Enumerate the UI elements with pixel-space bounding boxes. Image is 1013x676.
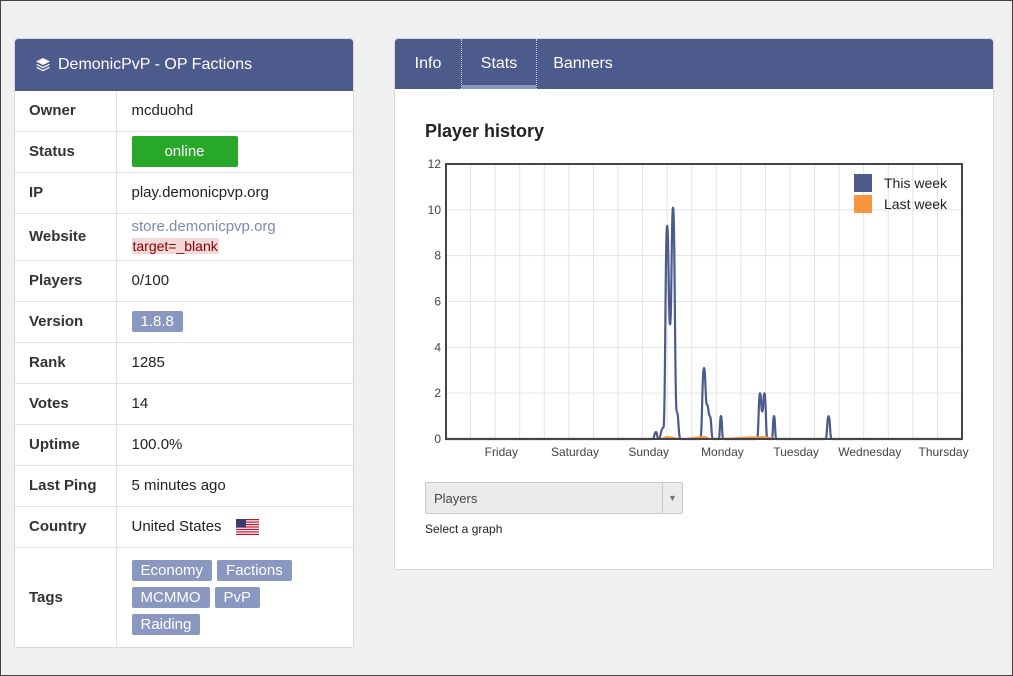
owner-value: mcduohd: [131, 102, 194, 120]
country-label: Country: [15, 505, 117, 547]
uptime-value: 100.0%: [116, 423, 353, 465]
players-label: Players: [15, 259, 117, 301]
tab-bar: Info Stats Banners: [395, 39, 993, 89]
graph-select-value: Players: [434, 490, 478, 506]
x-tick-label: Monday: [701, 445, 744, 459]
x-tick-label: Saturday: [551, 445, 599, 459]
country-value: United States: [131, 517, 222, 535]
players-value: 0/100: [116, 259, 353, 301]
status-row: Status online: [15, 130, 353, 172]
ip-row: IP play.demonicpvp.org: [15, 171, 353, 213]
website-link[interactable]: store.demonicpvp.org: [132, 218, 354, 235]
legend-label: This week: [884, 175, 948, 191]
version-badge: 1.8.8: [131, 311, 183, 332]
us-flag-icon: [235, 519, 259, 536]
legend-swatch: [854, 195, 872, 213]
server-info-table: Owner mcduohd Status online IP play.demo…: [15, 91, 353, 648]
votes-value: 14: [116, 382, 353, 424]
website-row: Website store.demonicpvp.org target=_bla…: [15, 212, 354, 260]
legend-label: Last week: [884, 196, 948, 212]
tab-info[interactable]: Info: [395, 39, 461, 89]
chart-title: Player history: [425, 121, 545, 141]
lastping-row: Last Ping 5 minutes ago: [15, 464, 353, 506]
x-tick-label: Thursday: [919, 445, 969, 459]
server-title: DemonicPvP - OP Factions: [58, 56, 253, 73]
owner-row: Owner mcduohd: [15, 91, 353, 131]
votes-label: Votes: [15, 382, 117, 424]
country-row: Country United States: [15, 505, 353, 547]
player-history-chart: 0 2 4 6 8 10 12 Friday Saturday Sunday Monday Tuesd…: [428, 157, 969, 459]
version-label: Version: [15, 300, 117, 342]
x-tick-label: Tuesday: [773, 445, 819, 459]
lastping-label: Last Ping: [15, 464, 117, 506]
y-tick-label: 6: [434, 295, 441, 309]
stats-panel: Info Stats Banners Player history 0 2 4 6 8 1…: [394, 38, 994, 570]
server-info-panel: DemonicPvP - OP Factions Owner mcduohd S…: [14, 38, 354, 648]
tags-row: Tags Economy Factions MCMMO PvP Raiding: [15, 546, 353, 648]
lastping-value: 5 minutes ago: [116, 464, 353, 506]
website-attribute: target=_blank: [131, 238, 219, 254]
tag-factions[interactable]: Factions: [217, 560, 292, 582]
version-row: Version 1.8.8: [15, 300, 353, 342]
status-badge: online: [131, 136, 238, 167]
uptime-label: Uptime: [15, 423, 117, 465]
website-label: Website: [15, 212, 117, 260]
y-tick-label: 4: [434, 340, 441, 354]
tab-stats[interactable]: Stats: [461, 39, 537, 89]
y-tick-label: 10: [428, 203, 442, 217]
status-label: Status: [15, 130, 117, 172]
legend-swatch: [854, 174, 872, 192]
players-row: Players 0/100: [15, 259, 353, 301]
rank-row: Rank 1285: [15, 341, 353, 383]
tab-banners[interactable]: Banners: [537, 39, 629, 89]
y-tick-label: 12: [428, 157, 442, 171]
x-tick-label: Sunday: [628, 445, 669, 459]
server-header: DemonicPvP - OP Factions: [15, 39, 353, 91]
tag-economy[interactable]: Economy: [131, 560, 213, 582]
chevron-down-icon: ▼: [662, 483, 682, 513]
tag-raiding[interactable]: Raiding: [131, 614, 201, 636]
rank-label: Rank: [15, 341, 117, 383]
tags-list: Economy Factions MCMMO PvP Raiding: [131, 552, 332, 643]
tags-label: Tags: [15, 546, 117, 648]
graph-select-hint: Select a graph: [425, 522, 503, 536]
rank-value: 1285: [116, 341, 353, 383]
x-tick-label: Wednesday: [838, 445, 901, 459]
y-tick-label: 2: [434, 386, 441, 400]
ip-value: play.demonicpvp.org: [116, 171, 353, 213]
graph-select[interactable]: Players ▼: [425, 482, 683, 514]
y-tick-label: 8: [434, 249, 441, 263]
uptime-row: Uptime 100.0%: [15, 423, 353, 465]
ip-label: IP: [15, 171, 117, 213]
tag-mcmmo[interactable]: MCMMO: [131, 587, 210, 609]
x-tick-label: Friday: [485, 445, 518, 459]
owner-label: Owner: [15, 91, 117, 131]
y-tick-label: 0: [434, 432, 441, 446]
votes-row: Votes 14: [15, 382, 353, 424]
layers-icon: [35, 57, 51, 73]
tag-pvp[interactable]: PvP: [214, 587, 261, 609]
